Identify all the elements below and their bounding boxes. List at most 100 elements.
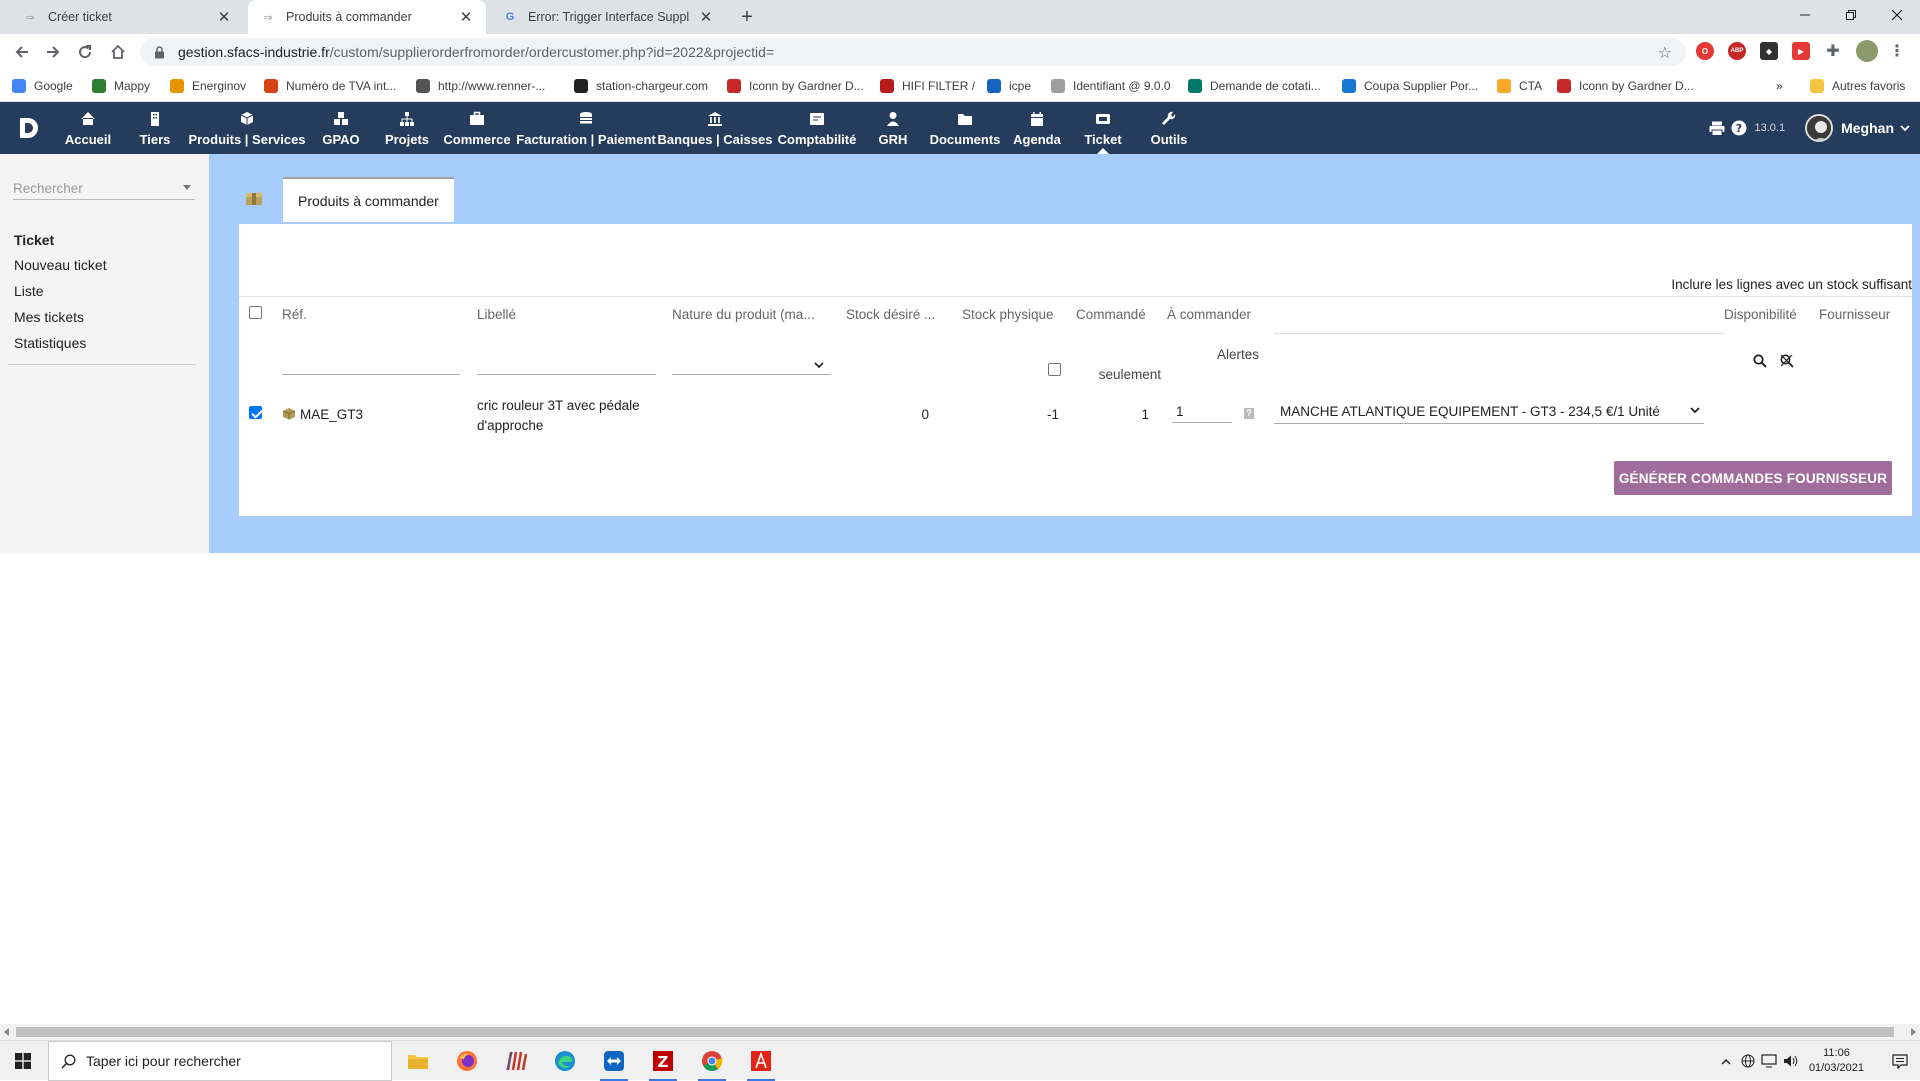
scroll-right-arrow-icon[interactable] [1911,1028,1916,1036]
bookmark-item[interactable]: Identifiant @ 9.0.0 [1051,76,1171,96]
horizontal-scrollbar[interactable] [0,1024,1920,1040]
help-icon[interactable]: ? [1731,120,1747,136]
filezilla-icon[interactable]: Z [645,1045,681,1081]
forward-arrow-icon[interactable] [41,40,65,64]
chevron-down-icon[interactable] [814,362,824,369]
sidebar-title[interactable]: Ticket [14,232,107,248]
column-header-ordered[interactable]: Commandé [1076,307,1146,322]
address-bar[interactable]: gestion.sfacs-industrie.fr/custom/suppli… [140,38,1686,66]
ref-filter-input[interactable] [282,374,460,375]
bookmark-item[interactable]: Iconn by Gardner D... [727,76,864,96]
chrome-icon[interactable] [694,1045,730,1081]
label-filter-input[interactable] [477,374,656,375]
clear-filter-icon[interactable] [1780,354,1794,368]
chevron-up-icon[interactable] [1721,1058,1731,1065]
column-header-to-order[interactable]: À commander [1167,307,1251,322]
alerts-only-checkbox[interactable] [1048,363,1061,376]
winrar-icon[interactable] [498,1045,534,1077]
bookmark-item[interactable]: Numéro de TVA int... [264,76,396,96]
windows-start-icon[interactable] [0,1041,46,1081]
display-icon[interactable] [1761,1054,1777,1068]
to-order-quantity-input[interactable] [1172,401,1232,423]
bookmark-item[interactable]: Google [12,76,73,96]
column-header-stock-desired[interactable]: Stock désiré ... [846,307,935,322]
clock-date: 01/03/2021 [1808,1062,1864,1074]
menu-item-facturation-paiement[interactable]: Facturation | Paiement [516,102,656,154]
bookmark-item[interactable]: Energinov [170,76,246,96]
product-ref-link[interactable]: MAE_GT3 [300,407,363,422]
close-tab-icon[interactable]: ✕ [698,9,714,26]
teamviewer-icon[interactable] [596,1045,632,1081]
close-tab-icon[interactable]: ✕ [458,9,474,26]
sidebar-item-my-tickets[interactable]: Mes tickets [14,308,107,334]
search-icon[interactable] [1753,354,1767,368]
scroll-left-arrow-icon[interactable] [4,1028,9,1036]
sidebar-item-statistics[interactable]: Statistiques [14,334,107,360]
browser-menu-icon[interactable]: ⋮ [1888,42,1906,60]
taskbar-search-box[interactable]: Taper ici pour rechercher [48,1041,392,1081]
opera-extension-icon[interactable]: O [1696,42,1714,60]
scrollbar-thumb[interactable] [16,1027,1894,1037]
browser-tab-active[interactable]: ⇒ Produits à commander ✕ [248,0,486,34]
acrobat-icon[interactable] [743,1045,779,1081]
bookmark-item[interactable]: CTA [1497,76,1542,96]
close-window-button[interactable] [1874,0,1920,30]
caret-down-icon[interactable] [183,185,191,190]
restore-window-button[interactable] [1828,0,1874,30]
tab-produits-a-commander[interactable]: Produits à commander [283,177,454,222]
chevron-down-icon[interactable] [1900,124,1910,132]
new-tab-button[interactable]: + [736,6,758,28]
browser-tab[interactable]: G Error: Trigger Interface Supplier c ✕ [490,0,726,34]
file-explorer-icon[interactable] [400,1045,436,1077]
adblock-extension-icon[interactable]: ABP [1728,42,1746,60]
column-header-label[interactable]: Libellé [477,307,516,322]
column-header-stock-physical[interactable]: Stock physique [962,307,1054,322]
user-avatar[interactable] [1805,114,1834,142]
tag-extension-icon[interactable]: ◆ [1760,42,1778,60]
bookmark-item[interactable]: HIFI FILTER / [880,76,975,96]
reload-icon[interactable] [73,40,97,64]
close-tab-icon[interactable]: ✕ [216,9,232,26]
include-sufficient-stock-label[interactable]: Inclure les lignes avec un stock suffisa… [1671,277,1912,292]
bookmark-item[interactable]: Iconn by Gardner D... [1557,76,1694,96]
bookmark-item[interactable]: station-chargeur.com [574,76,708,96]
notification-center-icon[interactable] [1892,1053,1908,1069]
puzzle-extensions-icon[interactable]: ✚ [1824,42,1842,60]
profile-avatar-icon[interactable] [1856,40,1878,62]
column-header-supplier[interactable]: Fournisseur [1819,307,1890,322]
other-bookmarks-folder[interactable]: Autres favoris [1810,76,1905,96]
sidebar-item-list[interactable]: Liste [14,282,107,308]
bookmark-item[interactable]: http://www.renner-... [416,76,545,96]
info-help-icon[interactable]: ? [1244,408,1254,419]
user-name[interactable]: Meghan [1841,120,1894,136]
home-icon[interactable] [106,40,130,64]
nature-filter-select[interactable] [672,374,831,375]
column-header-product-nature[interactable]: Nature du produit (ma... [672,307,815,322]
taskbar-clock[interactable]: 11:06 01/03/2021 [1809,1046,1864,1076]
bookmark-star-icon[interactable]: ☆ [1658,43,1672,63]
firefox-icon[interactable] [449,1045,485,1077]
print-icon[interactable] [1709,121,1725,136]
column-header-ref[interactable]: Réf. [282,307,307,322]
row-select-checkbox[interactable] [249,406,262,419]
bookmark-item[interactable]: Mappy [92,76,150,96]
select-all-checkbox[interactable] [249,306,262,319]
column-header-availability[interactable]: Disponibilité [1724,307,1797,322]
bookmark-item[interactable]: Demande de cotati... [1188,76,1321,96]
sidebar-item-new-ticket[interactable]: Nouveau ticket [14,256,107,282]
supplier-price-select[interactable]: MANCHE ATLANTIQUE EQUIPEMENT - GT3 - 234… [1274,400,1704,424]
bookmark-item[interactable]: Coupa Supplier Por... [1342,76,1478,96]
pdf-extension-icon[interactable]: ▶ [1792,42,1810,60]
sidebar-search-input[interactable] [13,178,173,198]
minimize-window-button[interactable] [1782,0,1828,30]
browser-tab[interactable]: ⇒ Créer ticket ✕ [10,0,244,34]
network-globe-icon[interactable] [1741,1054,1755,1068]
edge-icon[interactable] [547,1045,583,1077]
generate-supplier-orders-button[interactable]: GÉNÉRER COMMANDES FOURNISSEUR [1614,461,1892,495]
bookmarks-overflow-chevron-icon[interactable]: » [1776,76,1783,96]
speaker-icon[interactable] [1783,1054,1799,1068]
bookmark-item[interactable]: icpe [987,76,1031,96]
back-arrow-icon[interactable] [10,40,34,64]
sidebar-search[interactable] [13,178,195,200]
menu-item-outils[interactable]: Outils [1109,102,1229,154]
